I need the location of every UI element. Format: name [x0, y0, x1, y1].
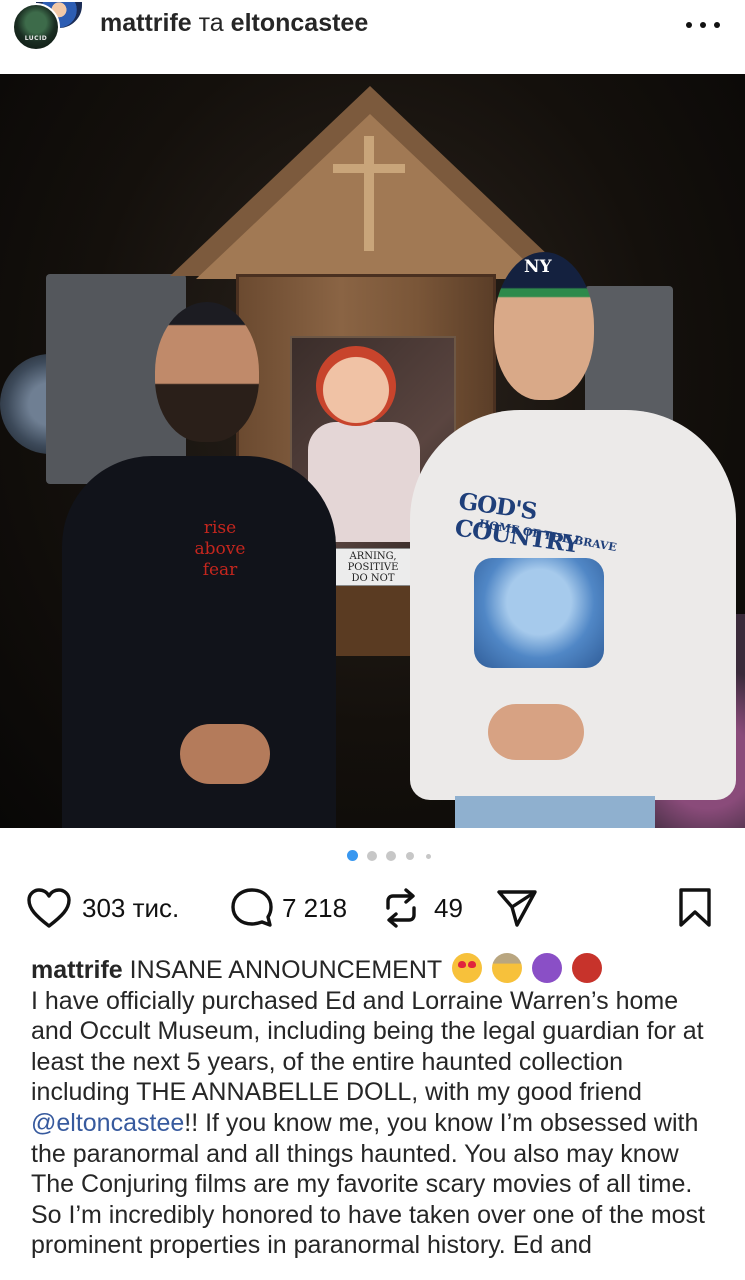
- avatar-stack[interactable]: LUCID: [10, 0, 84, 60]
- author-link-mattrife[interactable]: mattrife: [100, 9, 192, 37]
- cross-icon: [364, 136, 374, 251]
- person-left-head: [155, 302, 259, 442]
- post-header: LUCID mattrife та eltoncastee: [0, 0, 745, 74]
- save-button[interactable]: [678, 880, 712, 936]
- avatar-mattrife[interactable]: LUCID: [12, 3, 60, 51]
- carousel-indicator: [0, 850, 745, 862]
- post-authors: mattrife та eltoncastee: [100, 9, 368, 38]
- devil-emoji-icon: [531, 953, 562, 983]
- mention-link-eltoncastee[interactable]: @eltoncastee: [31, 1109, 184, 1137]
- mind-blown-emoji-icon: [491, 953, 522, 983]
- carousel-dot: [367, 851, 377, 861]
- heart-icon: [27, 888, 71, 928]
- caption-text: I have officially purchased Ed and Lorra…: [31, 986, 704, 1107]
- caption-headline: INSANE ANNOUNCEMENT: [129, 956, 442, 984]
- heart-eyes-emoji-icon: [451, 953, 482, 983]
- more-options-icon[interactable]: [686, 20, 720, 30]
- ogre-emoji-icon: [571, 953, 602, 983]
- warning-sign: ARNING, POSITIVE DO NOT: [330, 548, 416, 586]
- comment-button[interactable]: 7 218: [230, 880, 347, 936]
- person-left-hands: [180, 724, 270, 784]
- send-icon: [497, 890, 537, 927]
- authors-conjunction: та: [198, 9, 224, 37]
- carousel-dot: [406, 852, 414, 860]
- cap-logo: NY: [524, 257, 552, 277]
- post-caption: mattrife INSANE ANNOUNCEMENT I have offi…: [31, 953, 721, 1261]
- like-button[interactable]: 303 тис.: [26, 880, 179, 936]
- bookmark-icon: [679, 888, 711, 927]
- caption-username[interactable]: mattrife: [31, 956, 123, 984]
- author-link-eltoncastee[interactable]: eltoncastee: [231, 9, 369, 37]
- carousel-dot: [426, 854, 431, 859]
- annabelle-doll: [316, 346, 396, 426]
- comment-icon: [231, 888, 273, 927]
- carousel-dot: [386, 851, 396, 861]
- carousel-dot: [347, 850, 358, 861]
- shirt-print-text: rise above fear: [194, 518, 246, 580]
- comments-count[interactable]: 7 218: [282, 893, 347, 924]
- repost-button[interactable]: 49: [382, 880, 463, 936]
- repost-icon: [386, 888, 416, 928]
- person-right-jeans: [455, 796, 655, 828]
- tee-print-art: [474, 558, 604, 668]
- avatar-logo-text: LUCID: [24, 35, 48, 42]
- person-right-hands: [488, 704, 584, 760]
- reposts-count[interactable]: 49: [434, 893, 463, 924]
- share-button[interactable]: [496, 880, 538, 936]
- action-bar: 303 тис. 7 218 49: [0, 880, 745, 936]
- post-image[interactable]: ARNING, POSITIVE DO NOT rise above fear …: [0, 74, 745, 828]
- likes-count[interactable]: 303 тис.: [82, 893, 179, 924]
